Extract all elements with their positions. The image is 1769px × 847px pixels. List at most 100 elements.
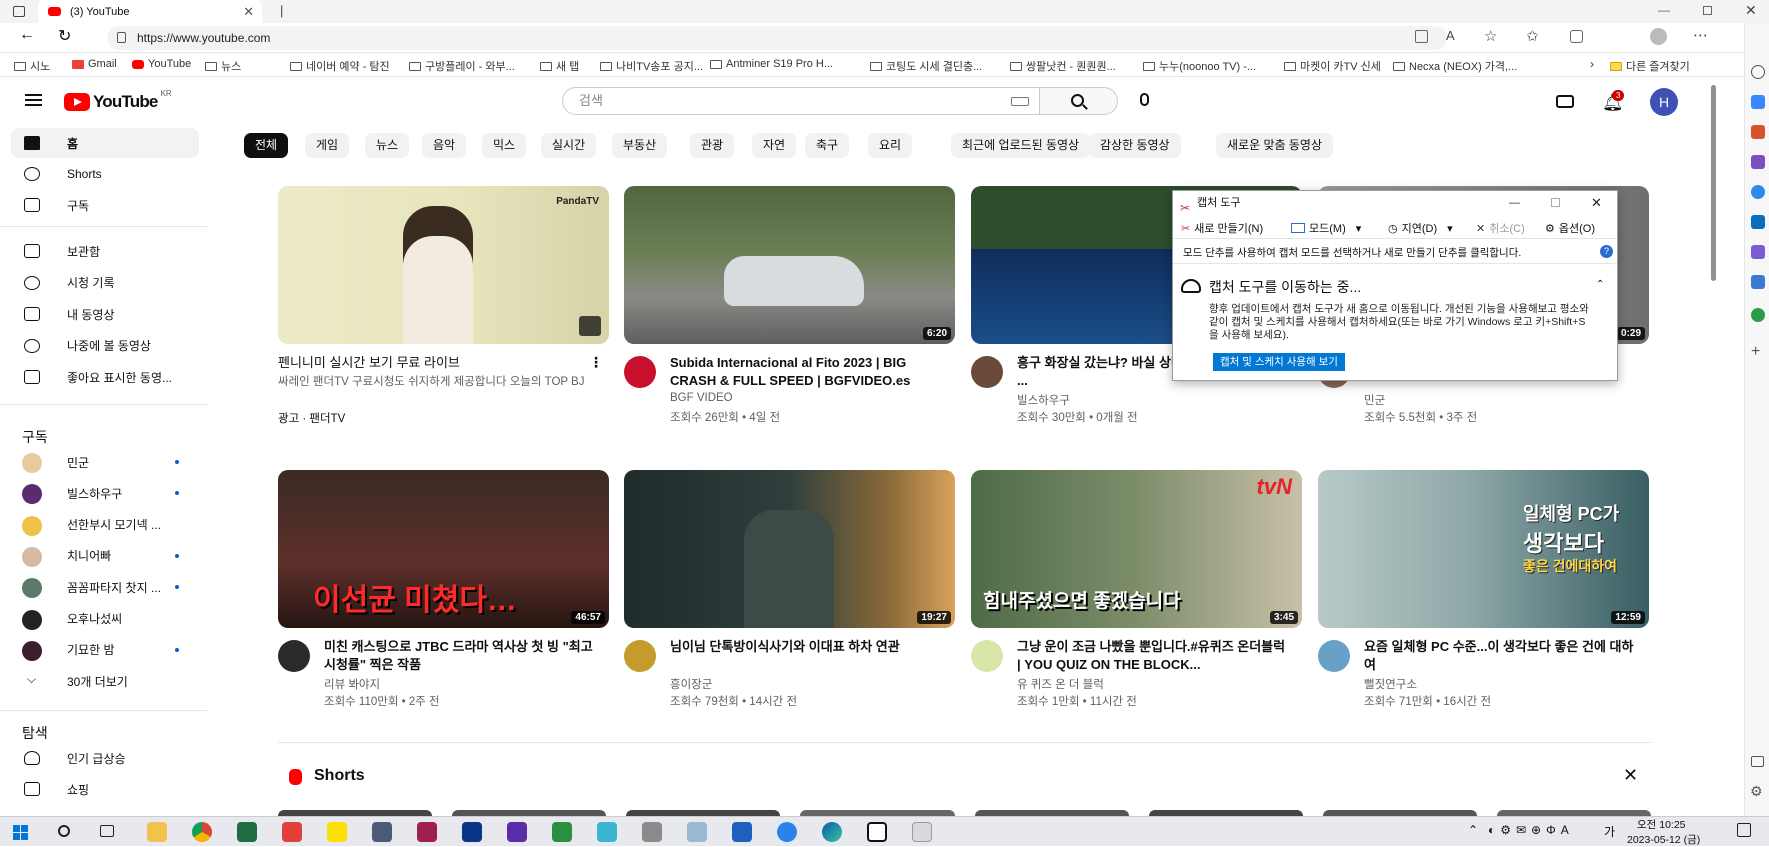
bookmark-item[interactable]: 코팅도 시세 결딘충...: [870, 58, 982, 74]
snip-cancel-button[interactable]: ✕ 취소(C): [1476, 220, 1525, 236]
video-title[interactable]: 펜니니미 실시간 보기 무료 라이브: [278, 354, 548, 372]
games-sidebar-icon[interactable]: [1751, 155, 1765, 169]
video-thumbnail[interactable]: 6:20: [624, 186, 955, 344]
notification-center-icon[interactable]: [1737, 823, 1751, 837]
search-sidebar-icon[interactable]: [1751, 65, 1765, 79]
more-options-icon[interactable]: ⋮: [589, 354, 603, 371]
snip-close-icon[interactable]: ✕: [1591, 191, 1602, 215]
video-title[interactable]: Subida Internacional al Fito 2023 | BIG …: [670, 354, 940, 390]
collections-icon[interactable]: [1570, 30, 1583, 43]
video-thumbnail[interactable]: 12:59 일체형 PC가 생각보다 좋은 건에대하여: [1318, 470, 1649, 628]
bookmark-item[interactable]: 네이버 예약 - 탐진: [290, 58, 390, 74]
app-paper-icon[interactable]: [687, 822, 707, 842]
bookmark-item[interactable]: YouTube: [132, 58, 191, 70]
subscription-item[interactable]: 빌스하우구: [11, 478, 199, 508]
filter-chip[interactable]: 자연: [752, 133, 797, 158]
bookmark-item[interactable]: Necxa (NEOX) 가격,...: [1393, 58, 1517, 74]
sidebar-item-library[interactable]: 보관함: [11, 236, 199, 266]
channel-name[interactable]: 민군: [1364, 392, 1385, 408]
keyboard-icon[interactable]: [1011, 97, 1029, 106]
filter-chip[interactable]: 믹스: [482, 133, 527, 158]
filter-chip[interactable]: 전체: [244, 133, 289, 158]
add-sidebar-icon[interactable]: +: [1751, 343, 1760, 361]
more-menu-icon[interactable]: ⋯: [1693, 26, 1708, 44]
channel-name[interactable]: 싸레인 팬더TV 구료시청도 쉬지하게 제공합니다 오늘의 TOP BJ: [278, 375, 598, 390]
channel-name[interactable]: 유 퀴즈 온 더 블럭: [1017, 676, 1104, 692]
video-thumbnail[interactable]: PandaTV: [278, 186, 609, 344]
file-explorer-icon[interactable]: [147, 822, 167, 842]
tab-youtube[interactable]: (3) YouTube ✕: [38, 0, 262, 23]
snip-delay-button[interactable]: ◷ 지연(D) ▾: [1388, 220, 1453, 236]
try-snip-sketch-button[interactable]: 캡처 및 스케치 사용해 보기: [1213, 353, 1345, 371]
external-link-icon[interactable]: [579, 316, 601, 336]
video-title[interactable]: 님이님 단톡방이식사기와 이대표 하차 연관: [670, 638, 940, 656]
video-title[interactable]: 요즘 일체형 PC 수준...이 생각보다 좋은 건에 대하여: [1364, 638, 1634, 674]
bookmark-item[interactable]: 시노: [14, 58, 50, 74]
tree-sidebar-icon[interactable]: [1751, 308, 1765, 322]
task-view-icon[interactable]: [100, 825, 114, 837]
tray-icons[interactable]: ◐⚙✉⊕ΦA: [1488, 823, 1574, 837]
video-title[interactable]: 그냥 운이 조금 나빴을 뿐입니다.#유퀴즈 온더블럭 | YOU QUIZ O…: [1017, 638, 1287, 674]
bookmark-item[interactable]: 새 탭: [540, 58, 579, 74]
bookmark-item[interactable]: 마켓이 카TV 신세: [1284, 58, 1381, 74]
new-tab-button[interactable]: |: [280, 3, 283, 18]
restore-window-icon[interactable]: [1703, 6, 1712, 15]
channel-avatar[interactable]: [971, 640, 1003, 672]
channel-name[interactable]: 뻘짓연구소: [1364, 676, 1417, 692]
channel-name[interactable]: 빌스하우구: [1017, 392, 1070, 408]
video-thumbnail[interactable]: 19:27: [624, 470, 955, 628]
designer-sidebar-icon[interactable]: [1751, 245, 1765, 259]
close-window-icon[interactable]: ✕: [1745, 2, 1757, 19]
taskbar-search-icon[interactable]: [58, 825, 70, 837]
avatar[interactable]: H: [1650, 88, 1678, 116]
subscription-item[interactable]: 선한부시 모기넥 ...: [11, 510, 199, 540]
profile-icon[interactable]: [1650, 28, 1667, 45]
clock-date[interactable]: 2023-05-12 (금): [1627, 832, 1700, 847]
filter-chip[interactable]: 축구: [805, 133, 850, 158]
help-icon[interactable]: ?: [1600, 245, 1613, 258]
sidebar-item-home[interactable]: 홈: [11, 128, 199, 158]
app-purple-icon[interactable]: [507, 822, 527, 842]
bookmark-item[interactable]: Gmail: [72, 58, 117, 70]
show-more-button[interactable]: ⌵ 30개 더보기: [11, 666, 199, 696]
video-title[interactable]: 미친 캐스팅으로 JTBC 드라마 역사상 첫 빙 "최고 시청률" 찍은 작품: [324, 638, 594, 674]
bookmarks-overflow-icon[interactable]: ›: [1590, 57, 1594, 71]
subscription-item[interactable]: 민군: [11, 447, 199, 477]
filter-chip[interactable]: 새로운 맞춤 동영상: [1216, 133, 1333, 158]
clock-time[interactable]: 오전 10:25: [1637, 817, 1686, 832]
filter-chip[interactable]: 최근에 업로드된 동영상: [951, 133, 1091, 158]
back-icon[interactable]: ←: [19, 26, 35, 44]
bookmark-item[interactable]: 뉴스: [205, 58, 241, 74]
channel-avatar[interactable]: [624, 356, 656, 388]
channel-name[interactable]: 흥이장군: [670, 676, 712, 692]
read-aloud-icon[interactable]: A: [1446, 28, 1455, 43]
app-gray-icon[interactable]: [642, 822, 662, 842]
search-button[interactable]: [1040, 87, 1118, 115]
close-tab-icon[interactable]: ✕: [243, 4, 254, 20]
channel-avatar[interactable]: [278, 640, 310, 672]
outlook-sidebar-icon[interactable]: [1751, 215, 1765, 229]
chrome-icon[interactable]: [192, 822, 212, 842]
filter-chip[interactable]: 게임: [305, 133, 350, 158]
youtube-logo[interactable]: YouTube KR: [64, 89, 172, 112]
minimize-window-icon[interactable]: —: [1658, 3, 1670, 17]
sidebar-item-history[interactable]: 시청 기록: [11, 268, 199, 298]
bookmark-item[interactable]: 누누(noonoo TV) -...: [1143, 58, 1256, 74]
tab-actions-icon[interactable]: [13, 6, 25, 17]
sidebar-item-liked-videos[interactable]: 좋아요 표시한 동영...: [11, 362, 199, 392]
upbit-icon[interactable]: [462, 822, 482, 842]
page-scrollbar[interactable]: [1711, 85, 1716, 281]
snip-options-button[interactable]: ⚙ 옵션(O): [1545, 220, 1595, 236]
video-thumbnail[interactable]: 3:45 tvN 힘내주셨으면 좋겠습니다: [971, 470, 1302, 628]
app-stripes-icon[interactable]: [417, 822, 437, 842]
notion-icon[interactable]: [867, 822, 887, 842]
app-cyan-icon[interactable]: [597, 822, 617, 842]
kakaotalk-icon[interactable]: [327, 822, 347, 842]
collapse-chevron-icon[interactable]: ⌃: [1596, 279, 1604, 290]
tray-chevron-icon[interactable]: ⌃: [1468, 823, 1478, 837]
subscription-item[interactable]: 오후나섰씨: [11, 604, 199, 634]
subscription-item[interactable]: 꼼꼼파타지 찻지 ...: [11, 572, 199, 602]
snip-mode-button[interactable]: 모드(M) ▾: [1291, 220, 1361, 236]
sidebar-item-my-videos[interactable]: 내 동영상: [11, 299, 199, 329]
translator-sidebar-icon[interactable]: [1751, 275, 1765, 289]
